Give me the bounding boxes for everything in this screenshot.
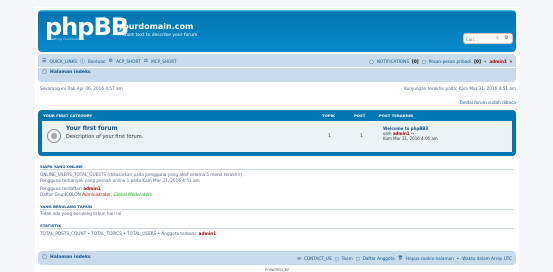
gear-icon[interactable]: ⚙ — [502, 34, 511, 43]
registered-users-label: Pengguna terdaftar: — [40, 186, 82, 191]
divider — [40, 228, 514, 229]
search-box: ⌕ ⚙ — [463, 33, 513, 44]
navbar: ☰ QUICK_LINKS ⓘ Bantuan ⚙ ACP_SHORT ⚖ MC… — [38, 54, 516, 82]
mark-forums-read-link[interactable]: Tandai forum sudah dibaca — [459, 100, 516, 105]
inbox-icon: □ — [421, 58, 426, 64]
forum-row: Your first forum Description of your fir… — [41, 120, 513, 153]
administrators-group-link[interactable]: Administrator — [82, 192, 111, 197]
breadcrumb: ◯ Halaman indeks — [42, 70, 91, 75]
statistics-line: TOTAL_POSTS_COUNT • TOTAL_TOPICS • TOTAL… — [40, 231, 216, 236]
quick-links-link[interactable]: QUICK_LINKS — [49, 59, 76, 64]
logo-text: phpBB — [45, 13, 129, 41]
pm-count: [0] — [474, 58, 481, 64]
nav-links: ☰ QUICK_LINKS ⓘ Bantuan ⚙ ACP_SHORT ⚖ MC… — [42, 56, 177, 66]
category-header[interactable]: YOUR FIRST CATEGORY — [43, 112, 92, 120]
delete-cookies-link[interactable]: Hapus cookie halaman — [406, 256, 454, 261]
contact-link[interactable]: CONTACT_US — [304, 256, 332, 261]
online-user-link[interactable]: admin1 — [83, 186, 101, 191]
timezone-text: Waktu dalam Array UTC — [462, 255, 512, 261]
footer-index-link[interactable]: Halaman indeks — [50, 255, 91, 260]
gear-icon: ⚙ — [108, 58, 114, 64]
user-links: ◯ NOTIFICATIONS [0] □ Pesan-pesan pribad… — [369, 56, 512, 66]
faq-link[interactable]: Bantuan — [88, 59, 106, 64]
current-time: Sekarang ini Rab Apr 06, 2016 4:57 am — [40, 86, 123, 91]
members-link[interactable]: Daftar Anggota — [363, 256, 395, 261]
notifications-link[interactable]: NOTIFICATIONS — [377, 59, 409, 64]
bell-icon: ◯ — [369, 58, 374, 64]
forum-read-icon — [47, 129, 61, 143]
topics-header: TOPIK — [322, 113, 335, 118]
footer-links: ✉ CONTACT_US ▢ Team □ Daftar Anggota 🗑 H… — [297, 253, 512, 263]
site-description: A short text to describe your forum — [118, 33, 198, 38]
search-input[interactable] — [466, 35, 494, 43]
topic-count: 1 — [328, 134, 331, 139]
forum-list: YOUR FIRST CATEGORY TOPIK POST POST TERA… — [38, 110, 516, 156]
divider — [38, 67, 516, 68]
breadcrumb-index-link[interactable]: Halaman indeks — [50, 70, 91, 75]
search-icon[interactable]: ⌕ — [493, 34, 502, 43]
site-name[interactable]: yourdomain.com — [118, 22, 193, 31]
envelope-icon: ✉ — [297, 255, 301, 261]
gavel-icon: ⚖ — [143, 58, 149, 64]
birthdays-text: Tidak ada yang berulang tahun hari ini — [40, 211, 122, 216]
footer-breadcrumb: ◯ Halaman indeks — [42, 255, 91, 260]
registered-mark: ® — [102, 16, 106, 21]
forum-title-link[interactable]: Your first forum — [66, 126, 118, 132]
mcp-link[interactable]: MCP_SHORT — [151, 59, 176, 64]
trash-icon: 🗑 — [397, 255, 404, 260]
divider — [40, 169, 514, 170]
separator: • — [483, 58, 487, 64]
footer-navbar: ◯ Halaman indeks ✉ CONTACT_US ▢ Team □ D… — [38, 251, 516, 265]
home-icon: ◯ — [42, 70, 48, 75]
separator: • — [456, 255, 460, 261]
last-post-header: POST TERAKHIR — [379, 113, 414, 118]
group-legend-label: Daftar GrupICOLON — [40, 192, 81, 197]
newest-member-link[interactable]: admin1 — [199, 231, 217, 236]
notifications-count: [0] — [411, 58, 419, 64]
group-legend: Daftar GrupICOLON Administrator, Global … — [40, 192, 152, 197]
divider — [40, 209, 514, 210]
registered-users-line: Pengguna terdaftar: admin1 — [40, 186, 101, 191]
last-visit: Kunjungan terakhir pada: Kam Mar 31, 201… — [404, 86, 516, 91]
last-post: Welcome to phpBB3 oleh admin1 ↪ Kam Mar … — [383, 126, 438, 141]
statistics-text: TOTAL_POSTS_COUNT • TOTAL_TOPICS • TOTAL… — [40, 231, 198, 236]
posts-header: POST — [354, 113, 366, 118]
chevron-down-icon[interactable]: ▾ — [510, 59, 512, 64]
site-logo[interactable]: phpBB ® creating communities — [44, 15, 129, 45]
powered-by: POWERED_BY — [265, 268, 289, 272]
hamburger-icon: ☰ — [42, 58, 47, 64]
header-bar: phpBB ® creating communities yourdomain.… — [38, 10, 516, 52]
most-users-online-text: Pengguna terbanyak yang pernah online 1 … — [40, 178, 200, 183]
logo-tagline: creating communities — [48, 37, 85, 41]
online-users-text: ONLINE_USERS_TOTAL_GUESTS (didasarkan pa… — [40, 172, 242, 177]
pm-link[interactable]: Pesan-pesan pribadi — [429, 59, 471, 64]
team-link[interactable]: Team — [342, 256, 353, 261]
question-icon: ⓘ — [79, 58, 85, 65]
home-icon: ◯ — [42, 255, 48, 260]
user-menu[interactable]: admin1 — [489, 59, 507, 64]
last-post-time: Kam Mar 31, 2016 4:06 am — [383, 136, 438, 141]
global-moderators-group-link[interactable]: Global Moderators — [113, 192, 152, 197]
users-icon: □ — [355, 255, 360, 261]
forum-description: Description of your first forum. — [66, 134, 144, 140]
page-wrapper: phpBB ® creating communities yourdomain.… — [35, 7, 519, 272]
acp-link[interactable]: ACP_SHORT — [116, 59, 141, 64]
shield-icon: ▢ — [334, 255, 339, 261]
post-count: 1 — [360, 134, 363, 139]
